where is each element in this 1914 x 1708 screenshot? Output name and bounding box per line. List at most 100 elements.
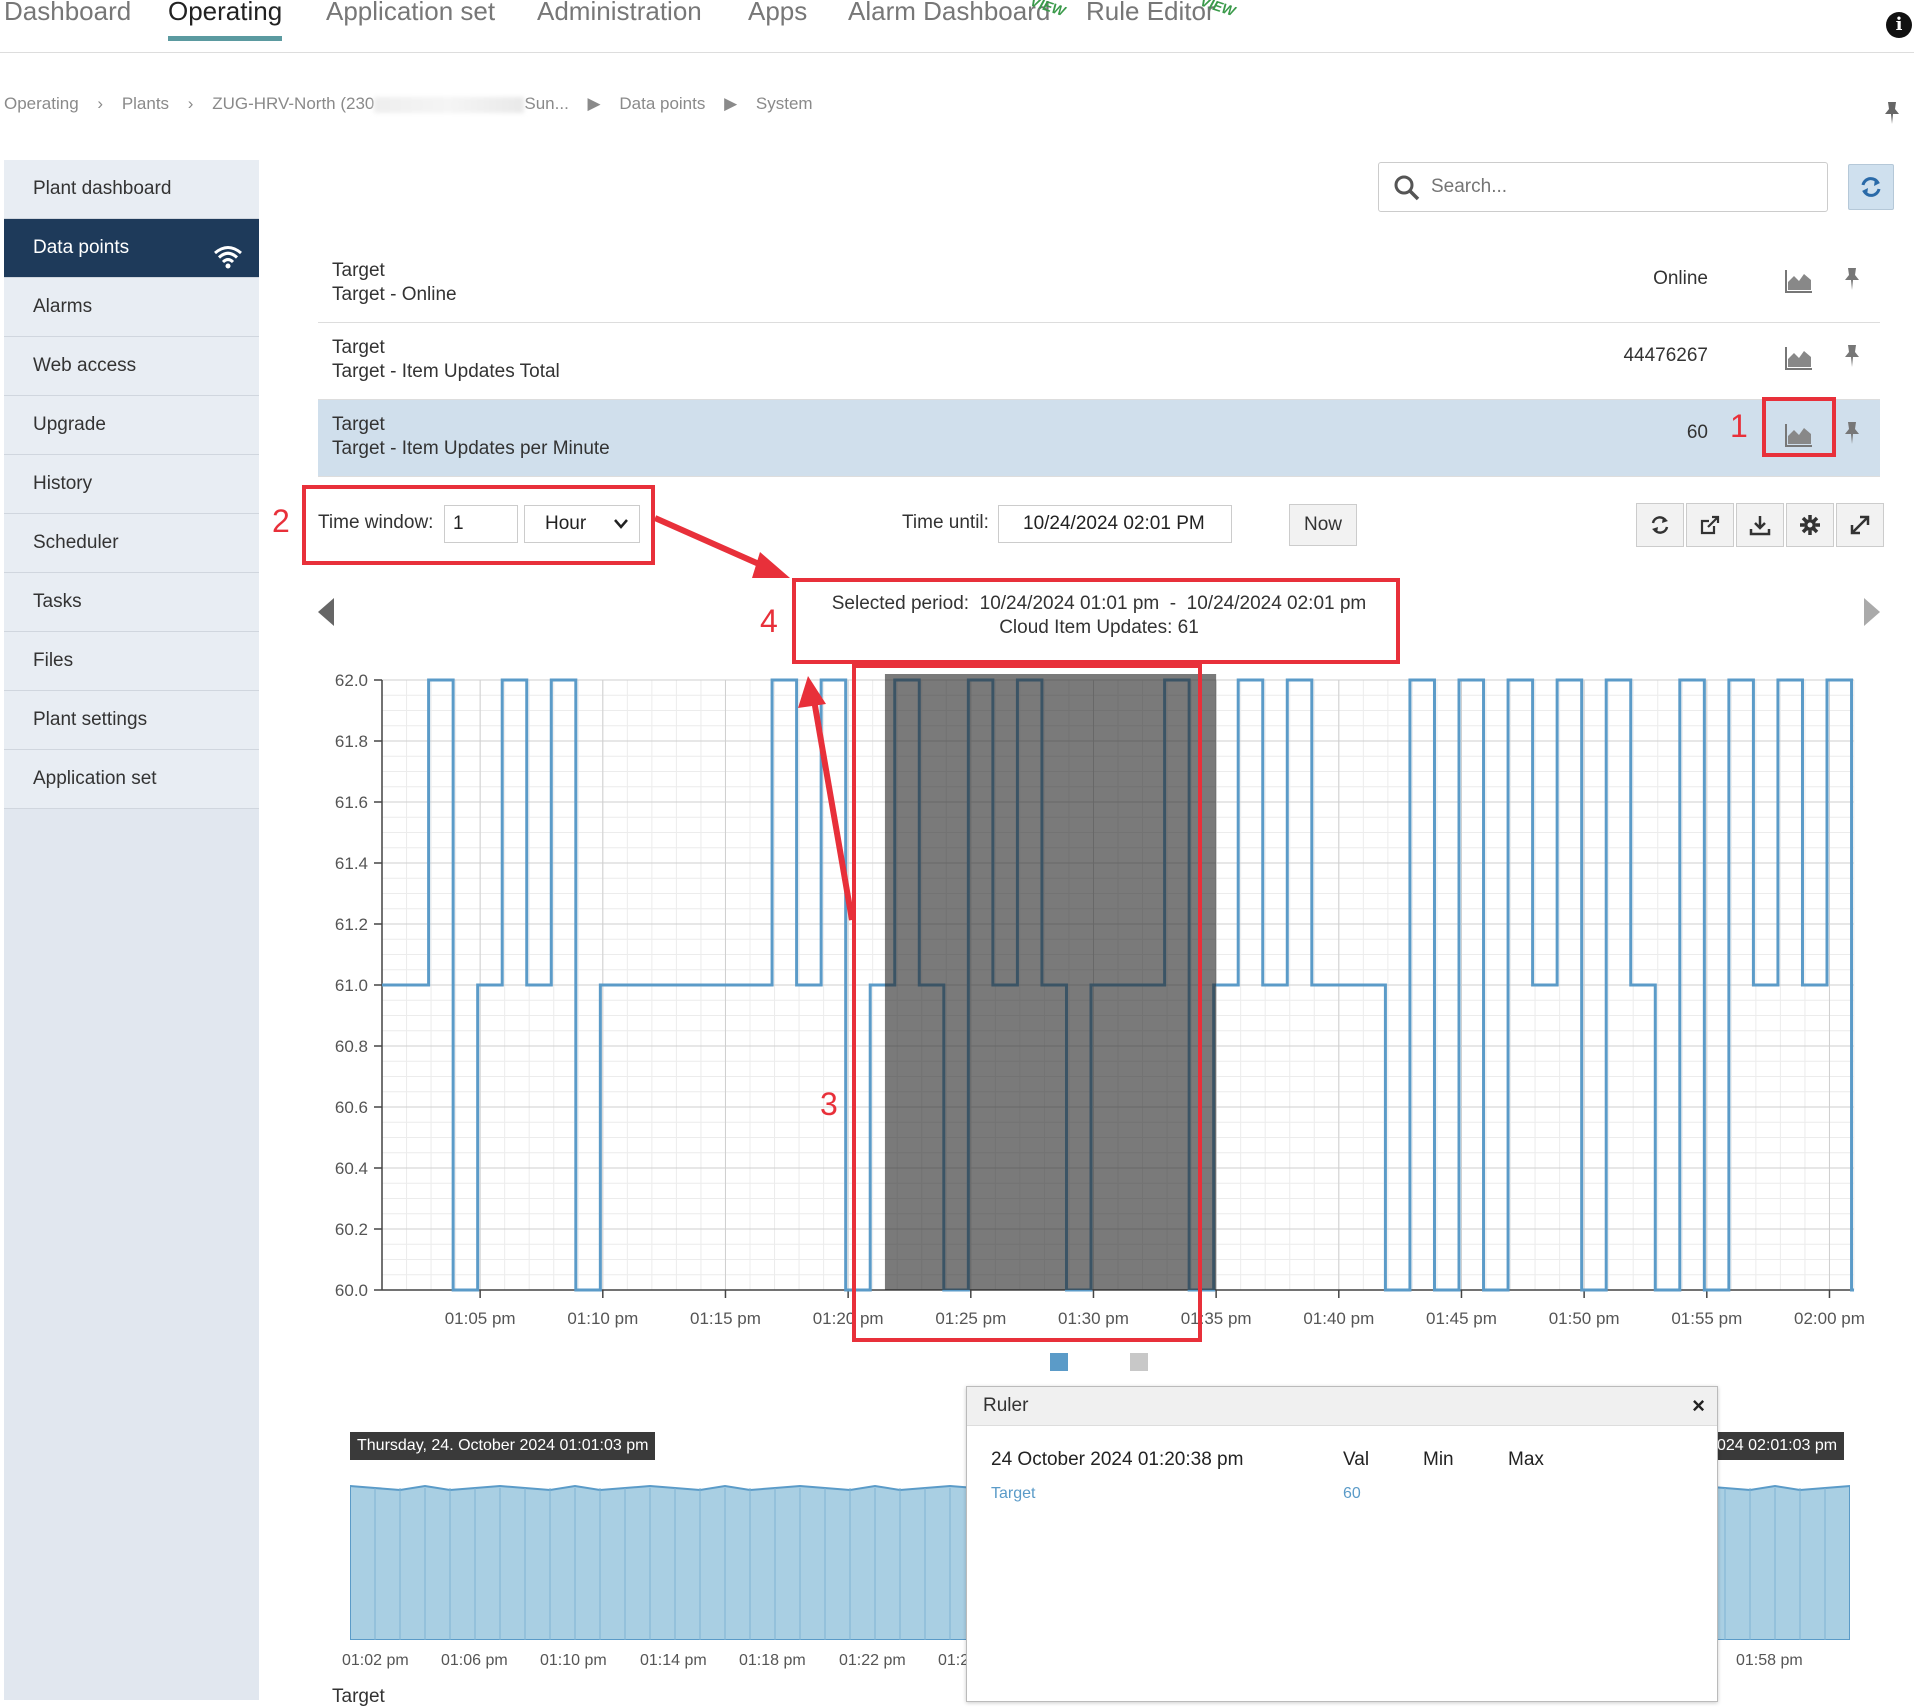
x-tick-label: 01:40 pm [1303,1309,1374,1328]
x-tick-label: 01:50 pm [1549,1309,1620,1328]
sidebar-item-plant-dashboard[interactable]: Plant dashboard [4,160,259,219]
download-button[interactable] [1736,503,1784,547]
datapoint-description: Target - Item Updates per Minute [332,438,610,459]
sidebar-item-label: Data points [33,237,130,258]
tab-rule-editor[interactable]: Rule Editor [1086,0,1215,27]
y-tick-label: 60.8 [335,1037,368,1056]
breadcrumb-plant[interactable]: ZUG-HRV-North (230 [212,94,374,114]
sidebar-item-label: Upgrade [33,414,106,435]
y-tick-label: 61.8 [335,732,368,751]
breadcrumb-plants[interactable]: Plants [122,94,169,114]
x-tick-label: 01:45 pm [1426,1309,1497,1328]
sidebar-item-label: Application set [33,768,157,789]
time-until-input[interactable]: 10/24/2024 02:01 PM [998,505,1232,543]
navigator-tick-label: 01:06 pm [441,1652,508,1669]
x-tick-label: 01:15 pm [690,1309,761,1328]
y-tick-label: 60.2 [335,1220,368,1239]
datapoint-name: Target [332,1686,385,1707]
refresh-icon [1651,516,1669,534]
chevron-right-icon: › [187,94,194,113]
annotation-box-period [792,578,1400,664]
sidebar-item-web-access[interactable]: Web access [4,337,259,396]
datapoint-description: Target - Item Updates Total [332,361,560,382]
pin-icon[interactable] [1880,100,1904,131]
datapoint-row[interactable]: Target Target - Item Updates Total 44476… [318,323,1880,400]
gear-icon [1800,515,1820,535]
ruler-title: Ruler [983,1395,1029,1416]
y-tick-label: 60.4 [335,1159,368,1178]
sidebar-item-application-set[interactable]: Application set [4,750,259,809]
now-button[interactable]: Now [1289,504,1357,546]
tab-administration[interactable]: Administration [537,0,702,27]
x-tick-label: 02:00 pm [1794,1309,1865,1328]
download-icon [1749,516,1771,536]
sidebar-item-plant-settings[interactable]: Plant settings [4,691,259,750]
tab-operating[interactable]: Operating [168,0,282,27]
ruler-series-name: Target [991,1485,1036,1502]
datapoint-value: Online [1653,268,1708,289]
datapoint-row-selected[interactable]: Target Target - Item Updates per Minute … [318,400,1880,477]
sidebar-item-data-points[interactable]: Data points [4,219,259,278]
navigator-tick-label: 01:02 pm [342,1652,409,1669]
sidebar-item-tasks[interactable]: Tasks [4,573,259,632]
breadcrumb-system[interactable]: System [756,94,813,114]
navigator-tick-label: 01:2 [938,1652,970,1669]
time-until-label: Time until: [902,512,989,533]
search-box [1378,162,1828,212]
navigator-tick-label: 01:10 pm [540,1652,607,1669]
ruler-panel: Ruler × 24 October 2024 01:20:38 pm Val … [966,1386,1718,1702]
datapoint-name: Target [332,260,385,281]
y-tick-label: 60.0 [335,1281,368,1300]
sidebar-item-history[interactable]: History [4,455,259,514]
sidebar-item-label: Scheduler [33,532,119,553]
annotation-number: 4 [760,603,778,639]
area-chart-icon[interactable] [1784,268,1814,299]
annotation-number: 1 [1730,408,1748,444]
next-period-arrow[interactable] [1864,598,1880,626]
x-tick-label: 01:10 pm [567,1309,638,1328]
sidebar-item-label: Alarms [33,296,93,317]
close-icon[interactable]: × [1692,1387,1705,1425]
datapoint-value: 60 [1686,422,1708,443]
ruler-col-min: Min [1423,1449,1454,1470]
pin-icon[interactable] [1840,266,1864,297]
tab-application-set[interactable]: Application set [326,0,495,27]
sidebar-item-label: Web access [33,355,137,376]
datapoint-name: Target [332,337,385,358]
x-tick-label: 01:05 pm [445,1309,516,1328]
ruler-col-val: Val [1343,1449,1370,1470]
triangle-right-icon: ▶ [724,94,738,113]
area-chart-icon[interactable] [1784,345,1814,376]
legend-series-swatch[interactable] [1050,1353,1068,1371]
y-tick-label: 61.0 [335,976,368,995]
navigator-start-label: Thursday, 24. October 2024 01:01:03 pm [350,1432,656,1460]
fullscreen-button[interactable] [1836,503,1884,547]
refresh-button[interactable] [1848,164,1894,210]
previous-period-arrow[interactable] [318,598,334,626]
open-external-button[interactable] [1686,503,1734,547]
sidebar-item-alarms[interactable]: Alarms [4,278,259,337]
sidebar-item-files[interactable]: Files [4,632,259,691]
sidebar-item-scheduler[interactable]: Scheduler [4,514,259,573]
top-navigation: Dashboard Operating Application set Admi… [0,0,1914,53]
pin-icon[interactable] [1840,420,1864,451]
search-icon [1393,174,1421,207]
annotation-number: 2 [272,503,290,539]
sidebar-item-upgrade[interactable]: Upgrade [4,396,259,455]
settings-button[interactable] [1786,503,1834,547]
search-input[interactable] [1429,171,1813,203]
annotation-box-time-window [302,485,655,565]
legend-series-swatch[interactable] [1130,1353,1148,1371]
breadcrumb-data-points[interactable]: Data points [619,94,705,114]
tab-alarm-dashboard[interactable]: Alarm Dashboard [848,0,1050,27]
datapoint-row[interactable]: Target Target - Online Online [318,246,1880,323]
breadcrumb-plant-suffix[interactable]: Sun... [524,94,568,114]
pin-icon[interactable] [1840,343,1864,374]
info-icon[interactable]: i [1886,12,1912,38]
chart-refresh-button[interactable] [1636,503,1684,547]
breadcrumb-operating[interactable]: Operating [4,94,79,114]
sidebar-item-label: Plant dashboard [33,178,172,199]
tab-dashboard[interactable]: Dashboard [4,0,131,27]
sidebar-item-label: Files [33,650,74,671]
tab-apps[interactable]: Apps [748,0,807,27]
